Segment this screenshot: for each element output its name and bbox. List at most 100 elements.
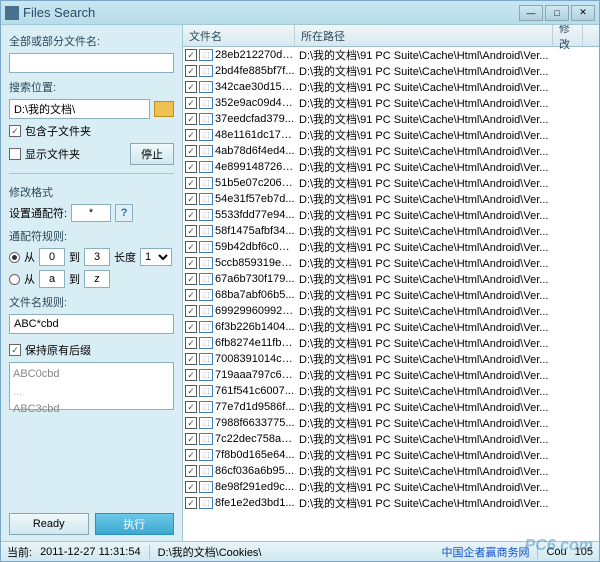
location-label: 搜索位置: [9,79,174,95]
table-row[interactable]: ✓⬚342cae30d15c...D:\我的文档\91 PC Suite\Cac… [183,79,599,95]
wildcard-input[interactable] [71,204,111,222]
file-name: 2bd4fe885bf7f... [215,65,295,77]
table-row[interactable]: ✓⬚8e98f291ed9c...D:\我的文档\91 PC Suite\Cac… [183,479,599,495]
table-row[interactable]: ✓⬚6f3b226b1404...D:\我的文档\91 PC Suite\Cac… [183,319,599,335]
row-checkbox[interactable]: ✓ [185,113,197,125]
row-checkbox[interactable]: ✓ [185,465,197,477]
row-checkbox[interactable]: ✓ [185,369,197,381]
keep-suffix-checkbox[interactable]: ✓ [9,344,21,356]
statusbar: 当前: 2011-12-27 11:31:54 D:\我的文档\Cookies\… [1,541,599,561]
table-row[interactable]: ✓⬚699299609927...D:\我的文档\91 PC Suite\Cac… [183,303,599,319]
row-checkbox[interactable]: ✓ [185,385,197,397]
table-row[interactable]: ✓⬚719aaa797c65...D:\我的文档\91 PC Suite\Cac… [183,367,599,383]
row-checkbox[interactable]: ✓ [185,65,197,77]
table-row[interactable]: ✓⬚2bd4fe885bf7f...D:\我的文档\91 PC Suite\Ca… [183,63,599,79]
row-checkbox[interactable]: ✓ [185,353,197,365]
file-name: 51b5e07c206a... [215,177,295,189]
row-checkbox[interactable]: ✓ [185,289,197,301]
filename-rule-input[interactable] [9,314,174,334]
table-row[interactable]: ✓⬚58f1475afbf34...D:\我的文档\91 PC Suite\Ca… [183,223,599,239]
row-checkbox[interactable]: ✓ [185,481,197,493]
file-path: D:\我的文档\91 PC Suite\Cache\Html\Android\V… [295,431,599,447]
table-row[interactable]: ✓⬚37eedcfad379...D:\我的文档\91 PC Suite\Cac… [183,111,599,127]
table-row[interactable]: ✓⬚7f8b0d165e64...D:\我的文档\91 PC Suite\Cac… [183,447,599,463]
row-checkbox[interactable]: ✓ [185,257,197,269]
ready-button[interactable]: Ready [9,513,89,535]
file-path: D:\我的文档\91 PC Suite\Cache\Html\Android\V… [295,479,599,495]
titlebar[interactable]: Files Search — □ ✕ [1,1,599,25]
row-checkbox[interactable]: ✓ [185,337,197,349]
app-window: Files Search — □ ✕ 全部或部分文件名: 搜索位置: ✓ 包含子… [0,0,600,562]
table-row[interactable]: ✓⬚761f541c6007...D:\我的文档\91 PC Suite\Cac… [183,383,599,399]
file-path: D:\我的文档\91 PC Suite\Cache\Html\Android\V… [295,223,599,239]
file-icon: ⬚ [199,385,213,397]
table-row[interactable]: ✓⬚5533fdd77e94...D:\我的文档\91 PC Suite\Cac… [183,207,599,223]
show-folders-checkbox[interactable] [9,148,21,160]
row-checkbox[interactable]: ✓ [185,497,197,509]
file-name: 8fe1e2ed3bd1... [215,497,295,509]
table-row[interactable]: ✓⬚59b42dbf6c065...D:\我的文档\91 PC Suite\Ca… [183,239,599,255]
row-checkbox[interactable]: ✓ [185,161,197,173]
row-checkbox[interactable]: ✓ [185,129,197,141]
file-list[interactable]: ✓⬚28eb212270dc...D:\我的文档\91 PC Suite\Cac… [183,47,599,541]
file-path: D:\我的文档\91 PC Suite\Cache\Html\Android\V… [295,319,599,335]
row-checkbox[interactable]: ✓ [185,81,197,93]
table-row[interactable]: ✓⬚48e1161dc174...D:\我的文档\91 PC Suite\Cac… [183,127,599,143]
filename-rule-label: 文件名规则: [9,294,174,310]
close-button[interactable]: ✕ [571,5,595,21]
table-row[interactable]: ✓⬚7c22dec758a5...D:\我的文档\91 PC Suite\Cac… [183,431,599,447]
table-row[interactable]: ✓⬚51b5e07c206a...D:\我的文档\91 PC Suite\Cac… [183,175,599,191]
table-row[interactable]: ✓⬚7988f6633775...D:\我的文档\91 PC Suite\Cac… [183,415,599,431]
row-checkbox[interactable]: ✓ [185,209,197,221]
maximize-button[interactable]: □ [545,5,569,21]
col-filename[interactable]: 文件名 [183,25,295,46]
table-row[interactable]: ✓⬚4ab78d6f4ed4...D:\我的文档\91 PC Suite\Cac… [183,143,599,159]
length-select[interactable]: 1 [140,248,172,266]
row-checkbox[interactable]: ✓ [185,273,197,285]
row-checkbox[interactable]: ✓ [185,193,197,205]
help-button[interactable]: ? [115,204,133,222]
stop-button[interactable]: 停止 [130,143,174,165]
filename-input[interactable] [9,53,174,73]
table-row[interactable]: ✓⬚54e31f57eb7d...D:\我的文档\91 PC Suite\Cac… [183,191,599,207]
status-link[interactable]: 中国企者赢商务网 [441,544,529,560]
row-checkbox[interactable]: ✓ [185,241,197,253]
browse-folder-icon[interactable] [154,101,174,117]
range-to-num[interactable] [84,248,110,266]
range-from-num[interactable] [39,248,65,266]
table-row[interactable]: ✓⬚86cf036a6b95...D:\我的文档\91 PC Suite\Cac… [183,463,599,479]
col-path[interactable]: 所在路径 [295,25,553,46]
execute-button[interactable]: 执行 [95,513,175,535]
row-checkbox[interactable]: ✓ [185,401,197,413]
range-from-char[interactable] [39,270,65,288]
table-row[interactable]: ✓⬚68ba7abf06b5...D:\我的文档\91 PC Suite\Cac… [183,287,599,303]
row-checkbox[interactable]: ✓ [185,49,197,61]
row-checkbox[interactable]: ✓ [185,305,197,317]
col-modify[interactable]: 修改 [553,25,583,46]
table-row[interactable]: ✓⬚6fb8274e11fb4...D:\我的文档\91 PC Suite\Ca… [183,335,599,351]
row-checkbox[interactable]: ✓ [185,449,197,461]
file-path: D:\我的文档\91 PC Suite\Cache\Html\Android\V… [295,463,599,479]
include-sub-checkbox[interactable]: ✓ [9,125,21,137]
row-checkbox[interactable]: ✓ [185,417,197,429]
table-row[interactable]: ✓⬚5ccb859319ea...D:\我的文档\91 PC Suite\Cac… [183,255,599,271]
table-row[interactable]: ✓⬚67a6b730f179...D:\我的文档\91 PC Suite\Cac… [183,271,599,287]
row-checkbox[interactable]: ✓ [185,321,197,333]
row-checkbox[interactable]: ✓ [185,145,197,157]
minimize-button[interactable]: — [519,5,543,21]
row-checkbox[interactable]: ✓ [185,433,197,445]
row-checkbox[interactable]: ✓ [185,177,197,189]
table-row[interactable]: ✓⬚28eb212270dc...D:\我的文档\91 PC Suite\Cac… [183,47,599,63]
char-range-radio[interactable] [9,274,20,285]
numeric-range-radio[interactable] [9,252,20,263]
table-row[interactable]: ✓⬚7008391014ca...D:\我的文档\91 PC Suite\Cac… [183,351,599,367]
table-row[interactable]: ✓⬚352e9ac09d44...D:\我的文档\91 PC Suite\Cac… [183,95,599,111]
range-to-char[interactable] [84,270,110,288]
file-path: D:\我的文档\91 PC Suite\Cache\Html\Android\V… [295,495,599,511]
location-input[interactable] [9,99,150,119]
table-row[interactable]: ✓⬚4e8991487266...D:\我的文档\91 PC Suite\Cac… [183,159,599,175]
row-checkbox[interactable]: ✓ [185,97,197,109]
table-row[interactable]: ✓⬚8fe1e2ed3bd1...D:\我的文档\91 PC Suite\Cac… [183,495,599,511]
row-checkbox[interactable]: ✓ [185,225,197,237]
table-row[interactable]: ✓⬚77e7d1d9586f...D:\我的文档\91 PC Suite\Cac… [183,399,599,415]
